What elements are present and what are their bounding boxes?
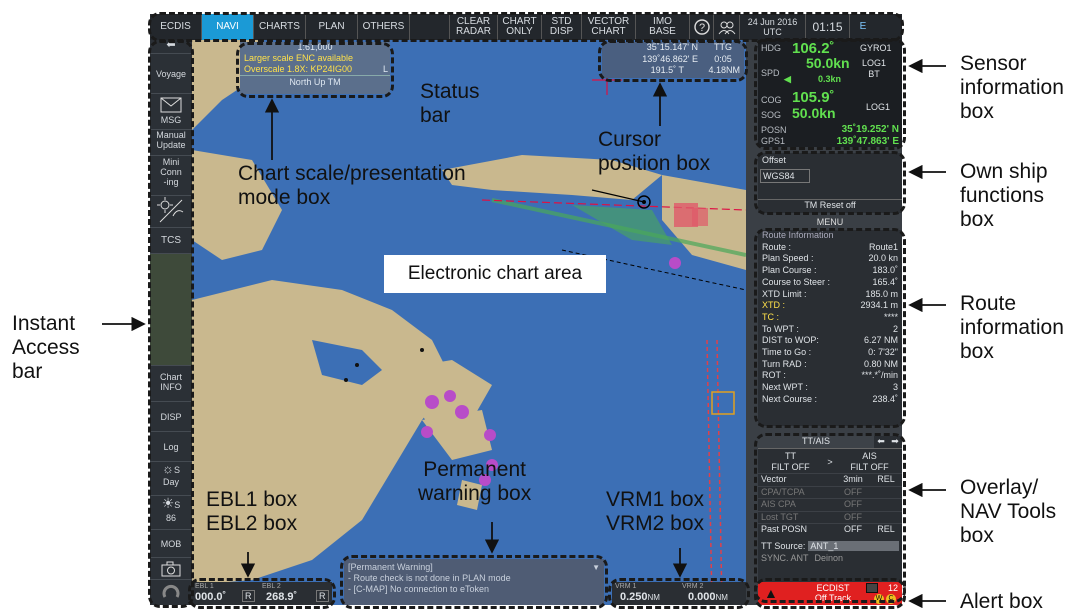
alert-box-outline bbox=[754, 578, 906, 609]
callout-vrm-box: VRM1 box VRM2 box bbox=[606, 488, 705, 535]
warning-box-outline bbox=[340, 555, 608, 609]
ownship-box-outline bbox=[754, 151, 906, 215]
callout-cursor-box: Cursor position box bbox=[598, 128, 711, 175]
iab-outline bbox=[148, 40, 194, 608]
sensor-box-outline bbox=[754, 38, 906, 150]
callout-status-bar: Status bar bbox=[420, 80, 480, 127]
callout-warning-box: Permanent warning box bbox=[418, 458, 532, 505]
callout-route-box: Route information box bbox=[960, 292, 1064, 363]
chart-area-label: Electronic chart area bbox=[384, 255, 606, 293]
callout-alert-box: Alert box bbox=[960, 590, 1043, 613]
route-box-outline bbox=[754, 228, 906, 428]
callout-sensor-box: Sensor information box bbox=[960, 52, 1064, 123]
callout-ownship-box: Own ship functions box bbox=[960, 160, 1048, 231]
callout-scale-box: Chart scale/presentation mode box bbox=[238, 162, 466, 209]
ebl-box-outline bbox=[188, 578, 336, 609]
callout-iab: Instant Access bar bbox=[12, 312, 80, 383]
callout-ebl-box: EBL1 box EBL2 box bbox=[206, 488, 298, 535]
vrm-box-outline bbox=[608, 578, 750, 609]
scale-box-outline bbox=[236, 42, 394, 98]
callout-overlay-box: Overlay/ NAV Tools box bbox=[960, 476, 1057, 547]
cursor-box-outline bbox=[598, 40, 748, 82]
